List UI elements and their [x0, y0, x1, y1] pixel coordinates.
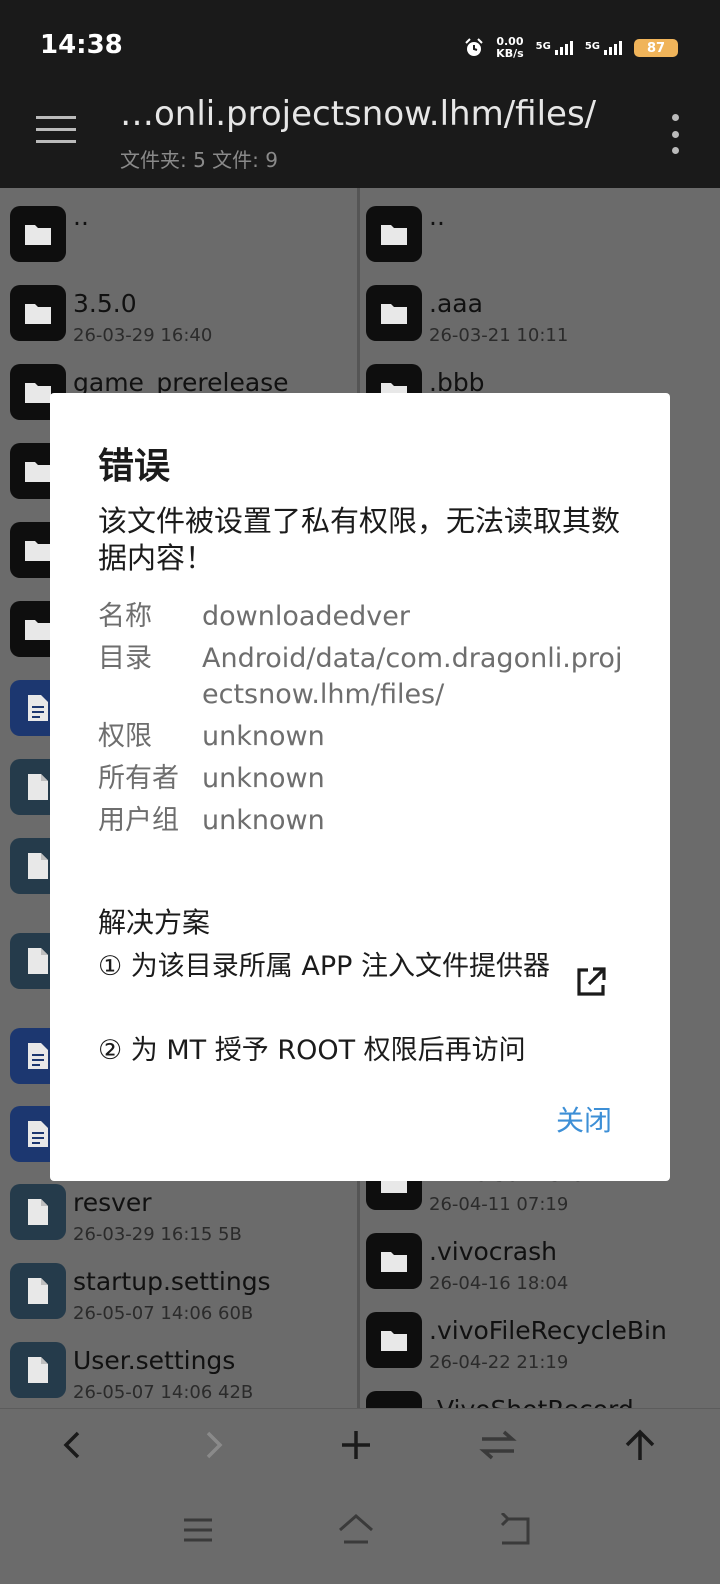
error-dialog: 错误 该文件被设置了私有权限，无法读取其数据内容！ 名称 downloadedve…: [50, 393, 670, 1181]
info-key: 目录: [98, 643, 152, 674]
info-value: downloadedver: [202, 601, 410, 632]
info-value: unknown: [202, 721, 325, 752]
close-button[interactable]: 关闭: [556, 1099, 612, 1139]
info-value: unknown: [202, 763, 325, 794]
info-row: 目录 Android/data/com.dragonli.projectsnow.…: [98, 641, 628, 713]
info-key: 名称: [98, 601, 152, 632]
info-value: unknown: [202, 805, 325, 836]
open-external-icon[interactable]: [574, 965, 608, 999]
info-row: 用户组 unknown: [98, 803, 628, 839]
solution-grant-root: ② 为 MT 授予 ROOT 权限后再访问: [98, 1035, 526, 1066]
info-key: 所有者: [98, 763, 179, 794]
solution-title: 解决方案: [98, 906, 211, 939]
info-row: 所有者 unknown: [98, 761, 628, 797]
solution-inject-provider[interactable]: ① 为该目录所属 APP 注入文件提供器: [98, 949, 568, 985]
file-info-table: 名称 downloadedver 目录 Android/data/com.dragon…: [98, 599, 628, 845]
info-value: Android/data/com.dragonli.projectsnow.lh…: [202, 643, 623, 710]
info-key: 用户组: [98, 805, 179, 836]
info-row: 名称 downloadedver: [98, 599, 628, 635]
info-key: 权限: [98, 721, 152, 752]
info-row: 权限 unknown: [98, 719, 628, 755]
dialog-title: 错误: [98, 446, 171, 487]
dialog-message: 该文件被设置了私有权限，无法读取其数据内容！: [98, 504, 621, 575]
